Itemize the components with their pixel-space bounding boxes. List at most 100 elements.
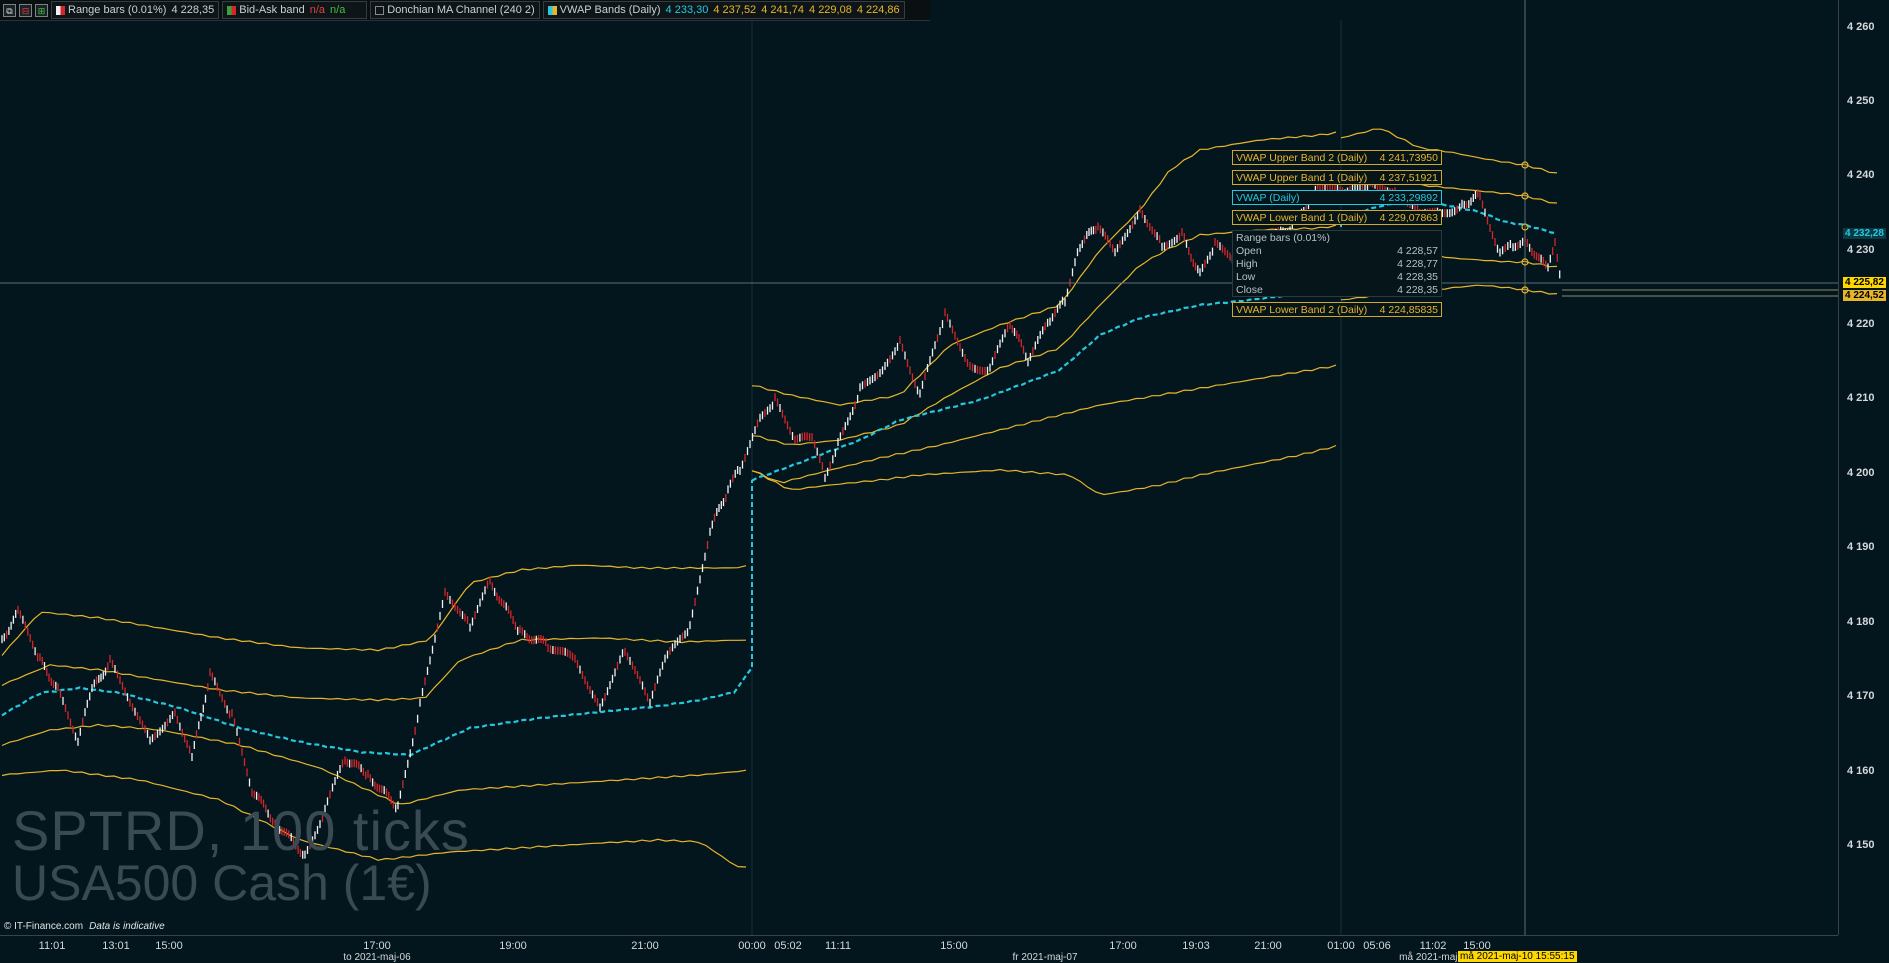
upper-band-2-label: VWAP Upper Band 2 (Daily) — [1236, 151, 1368, 164]
chart-window: SPTRD, 100 ticks USA500 Cash (1€) ⧉ ⊟ ⊞ … — [0, 0, 1889, 963]
bid-ask-label: Bid-Ask band — [239, 4, 305, 16]
donchian-swatch-icon — [375, 5, 385, 15]
vwap-lower1-value: 4 229,08 — [809, 4, 852, 16]
vwap-bands-swatch-icon — [547, 5, 557, 15]
vwap-upper1-value: 4 237,52 — [713, 4, 757, 16]
x-tick: 15:00 — [940, 940, 968, 952]
vwap-price-tag: 4 232,28 — [1843, 228, 1886, 239]
y-tick: 4 230 — [1847, 244, 1875, 256]
tooltip-upper-band-1: VWAP Upper Band 1 (Daily) 4 237,51921 — [1232, 170, 1442, 185]
tooltip-upper-band-2: VWAP Upper Band 2 (Daily) 4 241,73950 — [1232, 150, 1442, 165]
vwap-value: 4 233,30 — [665, 4, 709, 16]
y-tick: 4 190 — [1847, 541, 1875, 553]
indicative-note: Data is indicative — [89, 921, 165, 932]
x-tick: 11:02 — [1419, 940, 1447, 952]
y-tick: 4 220 — [1847, 318, 1875, 330]
high-value: 4 228,77 — [1397, 258, 1438, 270]
vwap-lower2-value: 4 224,86 — [856, 4, 900, 16]
price-plot[interactable] — [0, 0, 1838, 935]
vwap-tooltip-value: 4 233,29892 — [1379, 191, 1438, 204]
x-tick: 01:00 — [1327, 940, 1355, 952]
tooltip-lower-band-2: VWAP Lower Band 2 (Daily) 4 224,85835 — [1232, 302, 1442, 317]
upper-band-1-value: 4 237,51921 — [1379, 171, 1438, 184]
ohlc-close-row: Close 4 228,35 — [1236, 284, 1438, 297]
x-tick: 11:01 — [38, 940, 66, 952]
y-tick: 4 160 — [1847, 765, 1875, 777]
legend-range-bars[interactable]: Range bars (0.01%) 4 228,35 — [51, 1, 220, 19]
open-value: 4 228,57 — [1397, 245, 1438, 257]
copyright-text: © IT-Finance.com — [4, 921, 84, 932]
x-tick: 21:00 — [1254, 940, 1282, 952]
tooltip-lower-band-1: VWAP Lower Band 1 (Daily) 4 229,07863 — [1232, 210, 1442, 225]
legend-vwap-bands[interactable]: VWAP Bands (Daily) 4 233,30 4 237,52 4 2… — [542, 1, 905, 19]
upper-band-1-label: VWAP Upper Band 1 (Daily) — [1236, 171, 1368, 184]
vwap-band-line — [751, 444, 1337, 496]
x-tick: 13:01 — [102, 940, 130, 952]
tooltip-vwap: VWAP (Daily) 4 233,29892 — [1232, 190, 1442, 205]
vwap-band-line — [1, 723, 747, 805]
last-price-tag: 4 224,52 — [1843, 290, 1886, 301]
lower-band-2-label: VWAP Lower Band 2 (Daily) — [1236, 303, 1368, 316]
y-tick: 4 210 — [1847, 392, 1875, 404]
add-icon[interactable]: ⊞ — [35, 3, 48, 17]
bid-ask-value-2: n/a — [330, 4, 346, 16]
ohlc-low-row: Low 4 228,35 — [1236, 271, 1438, 284]
close-label: Close — [1236, 284, 1263, 296]
y-tick: 4 150 — [1847, 839, 1875, 851]
range-bars-label: Range bars (0.01%) — [68, 4, 167, 16]
y-tick: 4 240 — [1847, 169, 1875, 181]
vwap-band-line — [1, 564, 747, 656]
donchian-label: Donchian MA Channel (240 2) — [387, 4, 535, 16]
x-tick: 05:06 — [1363, 940, 1391, 952]
lower-band-1-label: VWAP Lower Band 1 (Daily) — [1236, 211, 1368, 224]
legend-bid-ask[interactable]: Bid-Ask band n/a n/a — [222, 1, 368, 19]
y-tick: 4 170 — [1847, 690, 1875, 702]
ohlc-high-row: High 4 228,77 — [1236, 258, 1438, 271]
upper-band-2-value: 4 241,73950 — [1379, 151, 1438, 164]
legend-donchian[interactable]: Donchian MA Channel (240 2) — [370, 1, 540, 19]
x-date: to 2021-maj-06 — [343, 952, 411, 963]
ohlc-title-row: Range bars (0.01%) — [1236, 232, 1438, 245]
watermark-instrument: USA500 Cash (1€) — [12, 855, 432, 911]
indicator-toolbar: ⧉ ⊟ ⊞ Range bars (0.01%) 4 228,35 Bid-As… — [0, 0, 930, 21]
bid-ask-value-1: n/a — [309, 4, 326, 16]
low-value: 4 228,35 — [1397, 271, 1438, 283]
footer-note: © IT-Finance.com Data is indicative — [4, 921, 165, 932]
x-tick: 19:00 — [499, 940, 527, 952]
x-tick: 19:03 — [1182, 940, 1210, 952]
vwap-bands-label: VWAP Bands (Daily) — [559, 4, 661, 16]
y-tick: 4 200 — [1847, 467, 1875, 479]
high-label: High — [1236, 258, 1258, 270]
open-label: Open — [1236, 245, 1262, 257]
range-bars-swatch-icon — [56, 5, 65, 15]
low-label: Low — [1236, 271, 1256, 283]
x-date: må 2021-maj- — [1399, 952, 1461, 963]
vwap-upper2-value: 4 241,74 — [761, 4, 805, 16]
x-tick: 11:11 — [825, 940, 851, 952]
y-tick: 4 180 — [1847, 616, 1875, 628]
vwap-label: VWAP (Daily) — [1236, 191, 1300, 204]
x-tick: 21:00 — [631, 940, 659, 952]
x-tick: 00:00 — [738, 940, 766, 952]
x-tick: 05:02 — [774, 940, 802, 952]
remove-icon[interactable]: ⊟ — [19, 3, 32, 17]
cursor-price-tag: 4 225,82 — [1843, 277, 1886, 288]
lower-band-1-value: 4 229,07863 — [1379, 211, 1438, 224]
x-tick: 17:00 — [1109, 940, 1137, 952]
range-bars-value: 4 228,35 — [171, 4, 215, 16]
cursor-time-tag: må 2021-maj-10 15:55:15 — [1458, 951, 1577, 962]
y-tick: 4 260 — [1847, 21, 1875, 33]
time-axis[interactable]: 11:01 13:01 15:00 17:00 19:00 21:00 00:0… — [0, 935, 1838, 963]
y-tick: 4 250 — [1847, 95, 1875, 107]
close-value: 4 228,35 — [1397, 284, 1438, 296]
price-axis[interactable]: 4 260 4 250 4 240 4 230 4 220 4 210 4 20… — [1838, 0, 1889, 935]
x-tick: 15:00 — [155, 940, 183, 952]
x-date: fr 2021-maj-07 — [1012, 952, 1078, 963]
ohlc-title: Range bars (0.01%) — [1236, 232, 1330, 244]
x-tick: 17:00 — [363, 940, 391, 952]
lower-band-2-value: 4 224,85835 — [1379, 303, 1438, 316]
tooltip-ohlc: Range bars (0.01%) Open 4 228,57 High 4 22… — [1232, 230, 1442, 297]
ohlc-open-row: Open 4 228,57 — [1236, 245, 1438, 258]
bid-ask-swatch-icon — [227, 5, 237, 15]
menu-icon[interactable]: ⧉ — [3, 3, 16, 17]
